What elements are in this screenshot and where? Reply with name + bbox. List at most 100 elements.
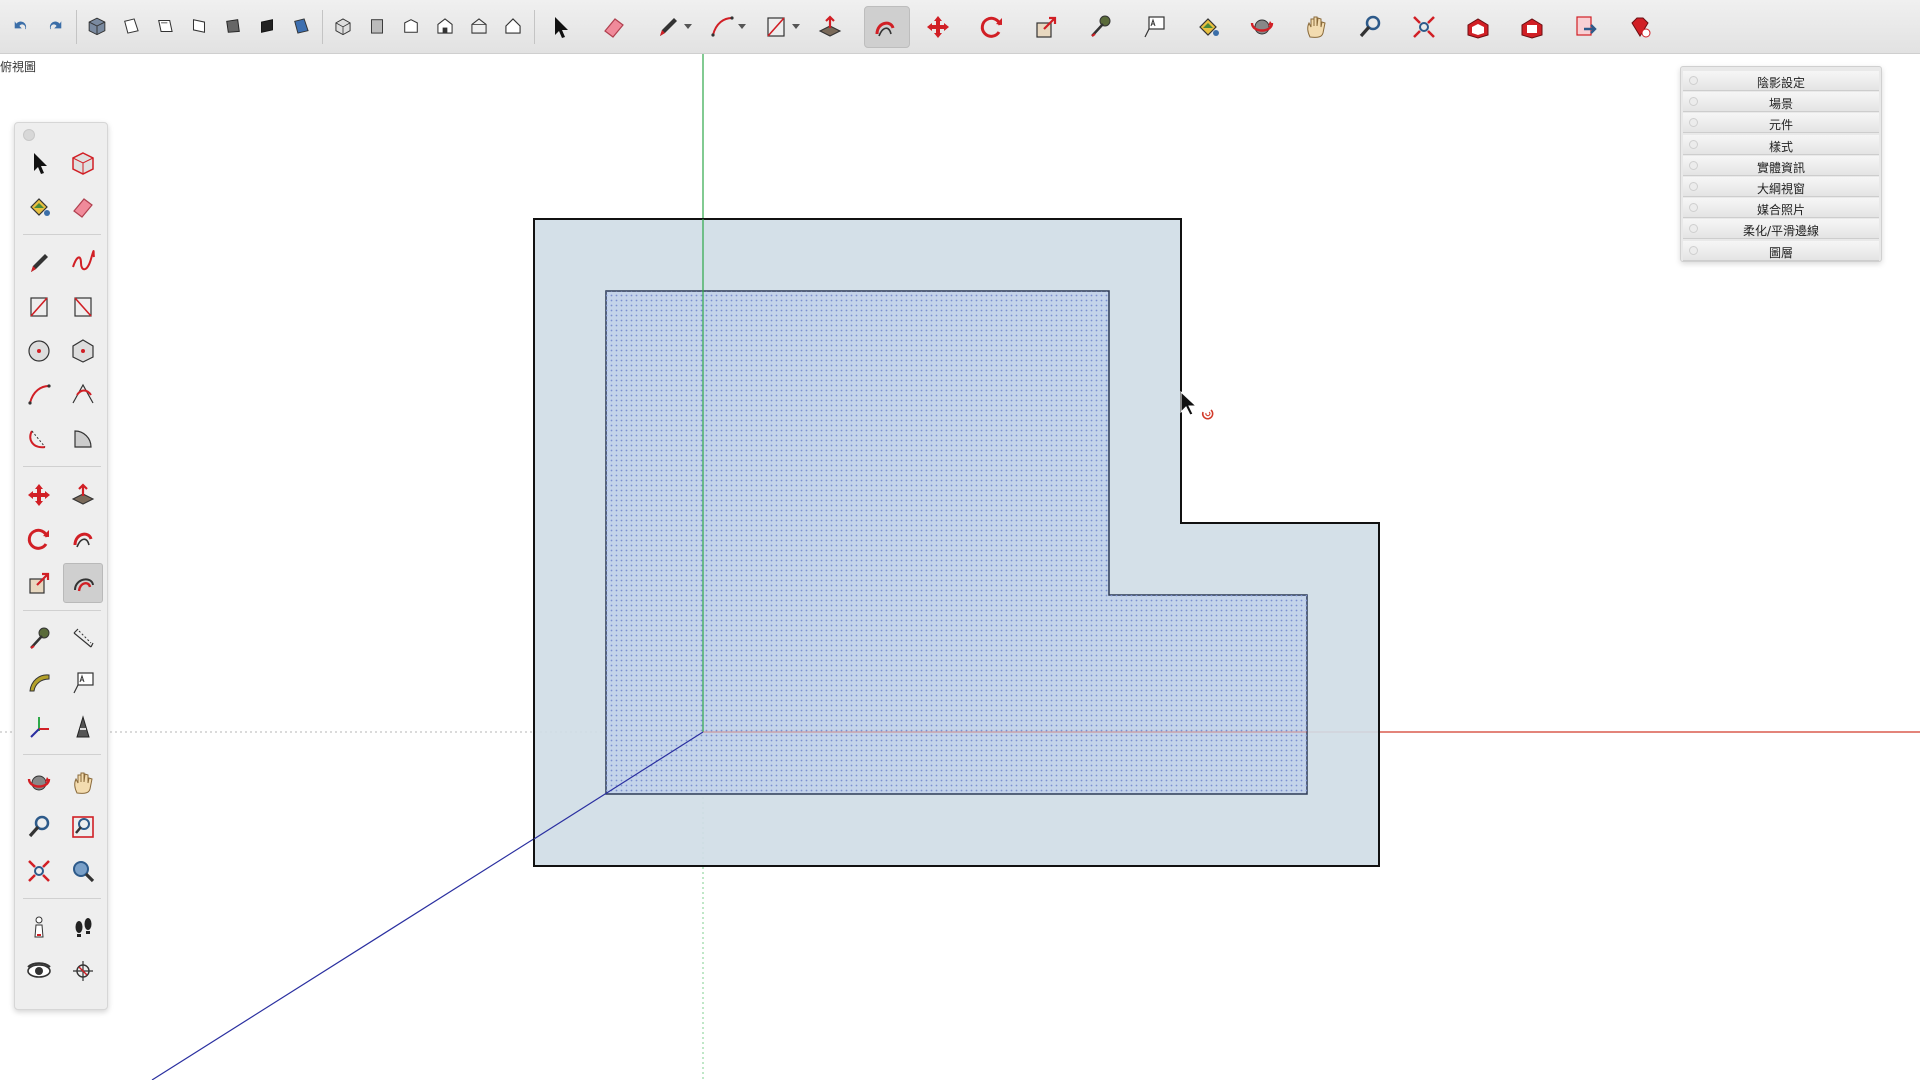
palette-dimension-button[interactable] xyxy=(63,619,103,659)
toolbar-left-view-button[interactable] xyxy=(252,6,282,48)
bottom-view-icon xyxy=(294,18,309,34)
toolbar-rotate-button[interactable] xyxy=(972,6,1018,48)
palette-push-pull-button[interactable] xyxy=(63,475,103,515)
toolbar-send-to-layout-button[interactable] xyxy=(1566,6,1612,48)
palette-select-button[interactable] xyxy=(19,143,59,183)
toolbar-extension-warehouse-button[interactable] xyxy=(1512,6,1558,48)
walk-icon xyxy=(75,918,92,937)
palette-walk-button[interactable] xyxy=(63,907,103,947)
palette-orbit-button[interactable] xyxy=(19,763,59,803)
model-canvas[interactable] xyxy=(0,54,1920,1080)
palette-tape-measure-button[interactable] xyxy=(19,619,59,659)
toolbar-top-view-button[interactable] xyxy=(116,6,146,48)
protractor-icon xyxy=(29,674,50,692)
toolbar-back-view-button[interactable] xyxy=(218,6,248,48)
warehouse-icon xyxy=(1467,18,1489,39)
toolbar-textured-style-button[interactable] xyxy=(464,6,494,48)
tray-panel-6[interactable]: 媒合照片 xyxy=(1683,198,1879,219)
tray-panel-7[interactable]: 柔化/平滑邊線 xyxy=(1683,219,1879,240)
tray-panel-1[interactable]: 場景 xyxy=(1683,92,1879,113)
toolbar-shaded-style-button[interactable] xyxy=(430,6,460,48)
toolbar-bottom-view-button[interactable] xyxy=(286,6,316,48)
toolbar-monochrome-style-button[interactable] xyxy=(498,6,528,48)
palette-pan-button[interactable] xyxy=(63,763,103,803)
toolbar-hidden-line-style-button[interactable] xyxy=(396,6,426,48)
toolbar-push-pull-button[interactable] xyxy=(810,6,856,48)
toolbar-warehouse-button[interactable] xyxy=(1458,6,1504,48)
xray-style-icon xyxy=(335,18,351,36)
toolbar-xray-style-button[interactable] xyxy=(328,6,358,48)
palette-axes-button[interactable] xyxy=(19,707,59,747)
palette-pencil-button[interactable] xyxy=(19,243,59,283)
dropdown-arrow-icon[interactable] xyxy=(792,24,800,29)
palette-follow-me-button[interactable] xyxy=(63,519,103,559)
palette-circle-button[interactable] xyxy=(19,331,59,371)
toolbar-front-view-button[interactable] xyxy=(150,6,180,48)
tray-panel-5[interactable]: 大綱視窗 xyxy=(1683,177,1879,197)
toolbar-follow-me-button[interactable] xyxy=(864,6,910,48)
toolbar-right-view-button[interactable] xyxy=(184,6,214,48)
dropdown-arrow-icon[interactable] xyxy=(738,24,746,29)
position-camera-icon xyxy=(34,916,44,938)
palette-pie-button[interactable] xyxy=(63,419,103,459)
toolbar-wireframe-style-button[interactable] xyxy=(362,6,392,48)
paint-bucket-icon xyxy=(30,198,50,216)
palette-separator xyxy=(23,898,101,899)
toolbar-scale-button[interactable] xyxy=(1026,6,1072,48)
pencil-icon xyxy=(660,18,677,36)
palette-zoom-window-button[interactable] xyxy=(63,807,103,847)
toolbar-undo-button[interactable] xyxy=(6,6,36,48)
palette-zoom-button[interactable] xyxy=(19,807,59,847)
palette-two-point-arc-button[interactable] xyxy=(63,375,103,415)
toolbar-ruby-console-button[interactable] xyxy=(1620,6,1666,48)
drawing-viewport[interactable] xyxy=(0,54,1920,1080)
toolbar-move-button[interactable] xyxy=(918,6,964,48)
palette-separator xyxy=(23,754,101,755)
arc-icon xyxy=(28,384,51,405)
toolbar-zoom-extents-button[interactable] xyxy=(1404,6,1450,48)
palette-rectangle-button[interactable] xyxy=(19,287,59,327)
palette-rotate-button[interactable] xyxy=(19,519,59,559)
toolbar-select-button[interactable] xyxy=(540,6,586,48)
palette-section-plane-button[interactable] xyxy=(63,951,103,991)
tray-panel-2[interactable]: 元件 xyxy=(1683,113,1879,134)
toolbar-tape-measure-button[interactable] xyxy=(1080,6,1126,48)
toolbar-redo-button[interactable] xyxy=(40,6,70,48)
toolbar-zoom-button[interactable] xyxy=(1350,6,1396,48)
tray-panel-label: 圖層 xyxy=(1768,245,1793,260)
toolbar-eraser-button[interactable] xyxy=(594,6,640,48)
palette-arc-button[interactable] xyxy=(19,375,59,415)
palette-three-point-arc-button[interactable] xyxy=(19,419,59,459)
palette-scale-button[interactable] xyxy=(19,563,59,603)
palette-move-button[interactable] xyxy=(19,475,59,515)
toolbar-orbit-button[interactable] xyxy=(1242,6,1288,48)
palette-paint-bucket-button[interactable] xyxy=(19,187,59,227)
palette-component-button[interactable] xyxy=(63,143,103,183)
tray-panel-0[interactable]: 陰影設定 xyxy=(1683,71,1879,91)
toolbar-pan-button[interactable] xyxy=(1296,6,1342,48)
tray-panel-3[interactable]: 樣式 xyxy=(1683,134,1879,155)
palette-look-around-button[interactable] xyxy=(19,951,59,991)
palette-offset-button[interactable] xyxy=(63,563,103,603)
palette-close-dot[interactable] xyxy=(23,129,35,141)
tray-panel-4[interactable]: 實體資訊 xyxy=(1683,155,1879,176)
section-plane-icon xyxy=(73,961,93,981)
palette-polygon-button[interactable] xyxy=(63,331,103,371)
palette-freehand-button[interactable] xyxy=(63,243,103,283)
toolbar-paint-bucket-button[interactable] xyxy=(1188,6,1234,48)
toolbar-iso-view-button[interactable] xyxy=(82,6,112,48)
palette-rotated-rectangle-button[interactable] xyxy=(63,287,103,327)
palette-previous-view-button[interactable] xyxy=(63,851,103,891)
palette-eraser-button[interactable] xyxy=(63,187,103,227)
palette-3d-text-button[interactable] xyxy=(63,707,103,747)
palette-zoom-extents-button[interactable] xyxy=(19,851,59,891)
tray-panel-8[interactable]: 圖層 xyxy=(1683,240,1879,261)
orbit-icon xyxy=(1250,19,1274,35)
freehand-icon xyxy=(72,250,95,271)
look-around-icon xyxy=(27,962,51,978)
toolbar-text-button[interactable] xyxy=(1134,6,1180,48)
dropdown-arrow-icon[interactable] xyxy=(684,24,692,29)
palette-text-button[interactable] xyxy=(63,663,103,703)
palette-protractor-button[interactable] xyxy=(19,663,59,703)
palette-position-camera-button[interactable] xyxy=(19,907,59,947)
